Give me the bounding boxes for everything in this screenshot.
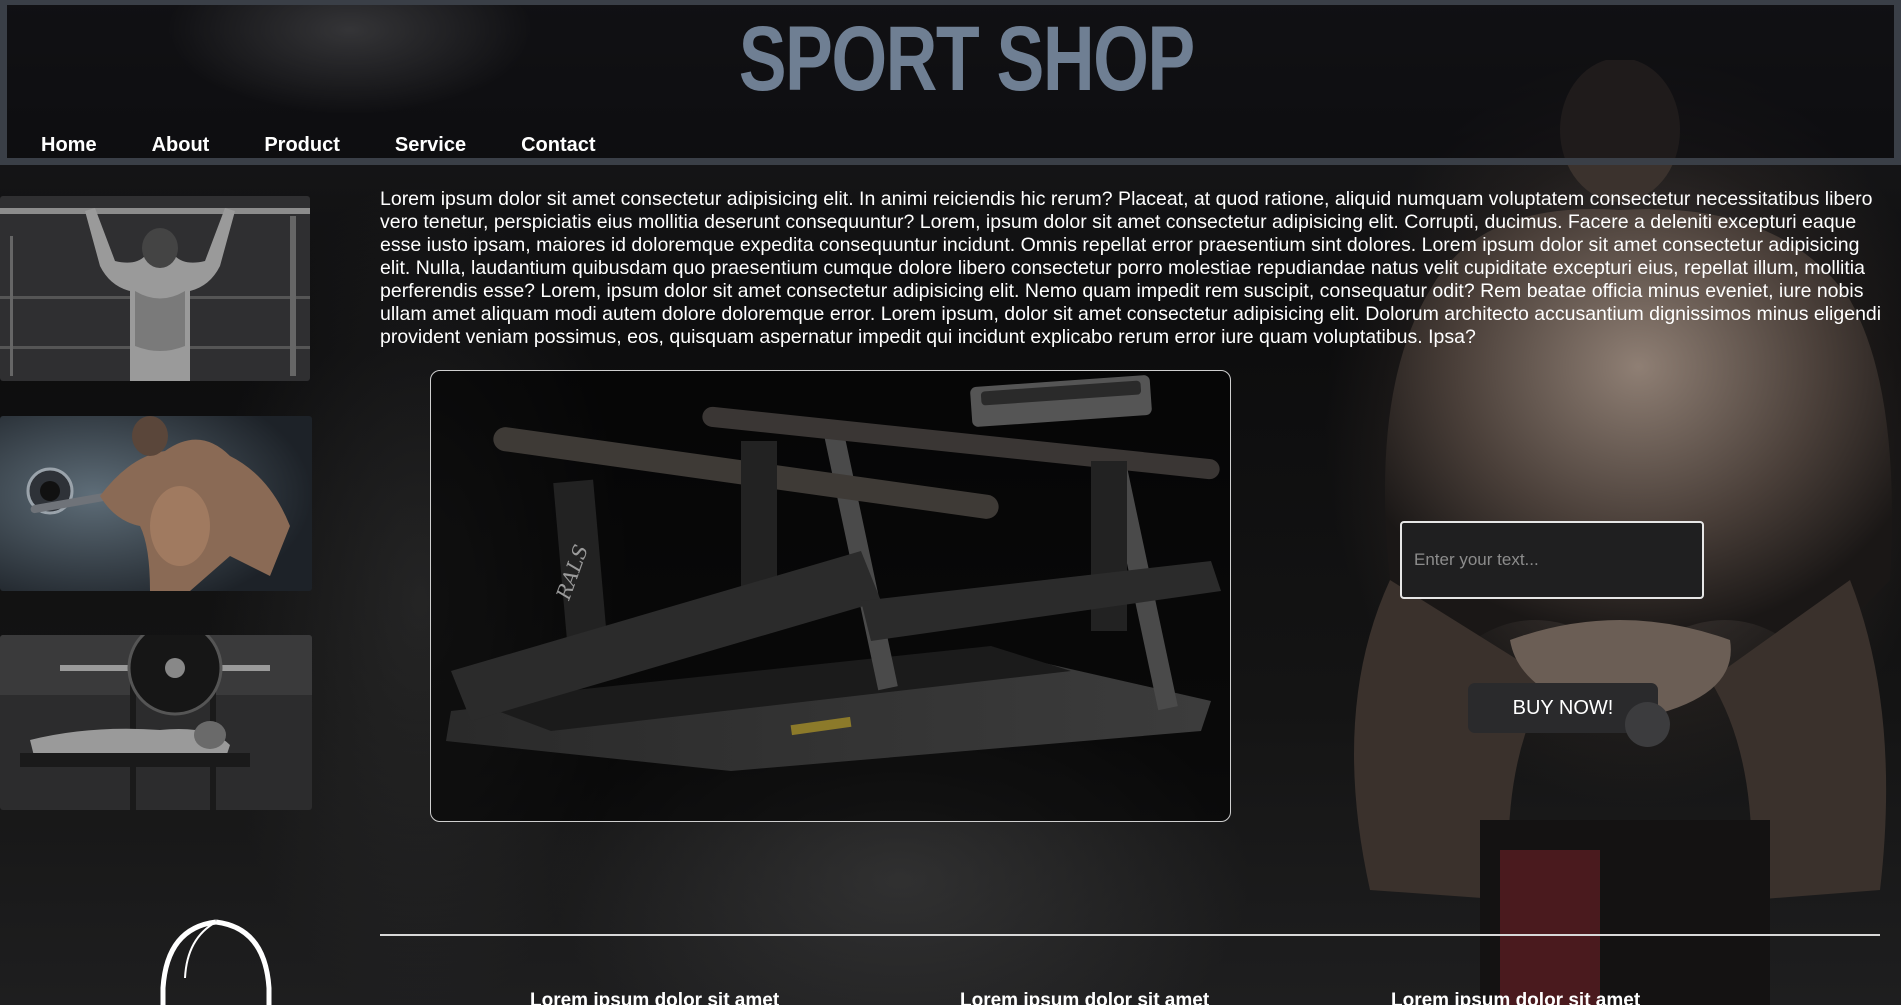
nav-item-about[interactable]: About [152, 132, 210, 158]
nav-item-product[interactable]: Product [264, 132, 340, 158]
footer-heading-3: Lorem ipsum dolor sit amet [1391, 990, 1641, 1005]
nav-item-home[interactable]: Home [41, 132, 97, 158]
main-nav: Home About Product Service Contact [41, 132, 651, 158]
treadmill-image: RALS [446, 375, 1221, 771]
nav-item-service[interactable]: Service [395, 132, 466, 158]
footer-heading-2: Lorem ipsum dolor sit amet [960, 990, 1210, 1005]
footer-heading-1: Lorem ipsum dolor sit amet [530, 990, 780, 1005]
section-divider [380, 934, 1880, 936]
product-showcase: RALS [430, 370, 1231, 822]
gallery-image-pullup [0, 196, 310, 381]
nav-item-contact[interactable]: Contact [521, 132, 595, 158]
button-hover-dot [1625, 702, 1670, 747]
text-input-field[interactable] [1400, 521, 1704, 599]
site-header: SPORT SHOP Home About Product Service Co… [0, 0, 1901, 165]
intro-paragraph: Lorem ipsum dolor sit amet consectetur a… [380, 188, 1882, 348]
gallery-image-dumbbell-curl [0, 416, 312, 591]
site-logo-title[interactable]: SPORT SHOP [225, 9, 1708, 109]
ring-logo-icon [160, 919, 272, 1005]
gallery-image-bench-press [0, 635, 312, 810]
